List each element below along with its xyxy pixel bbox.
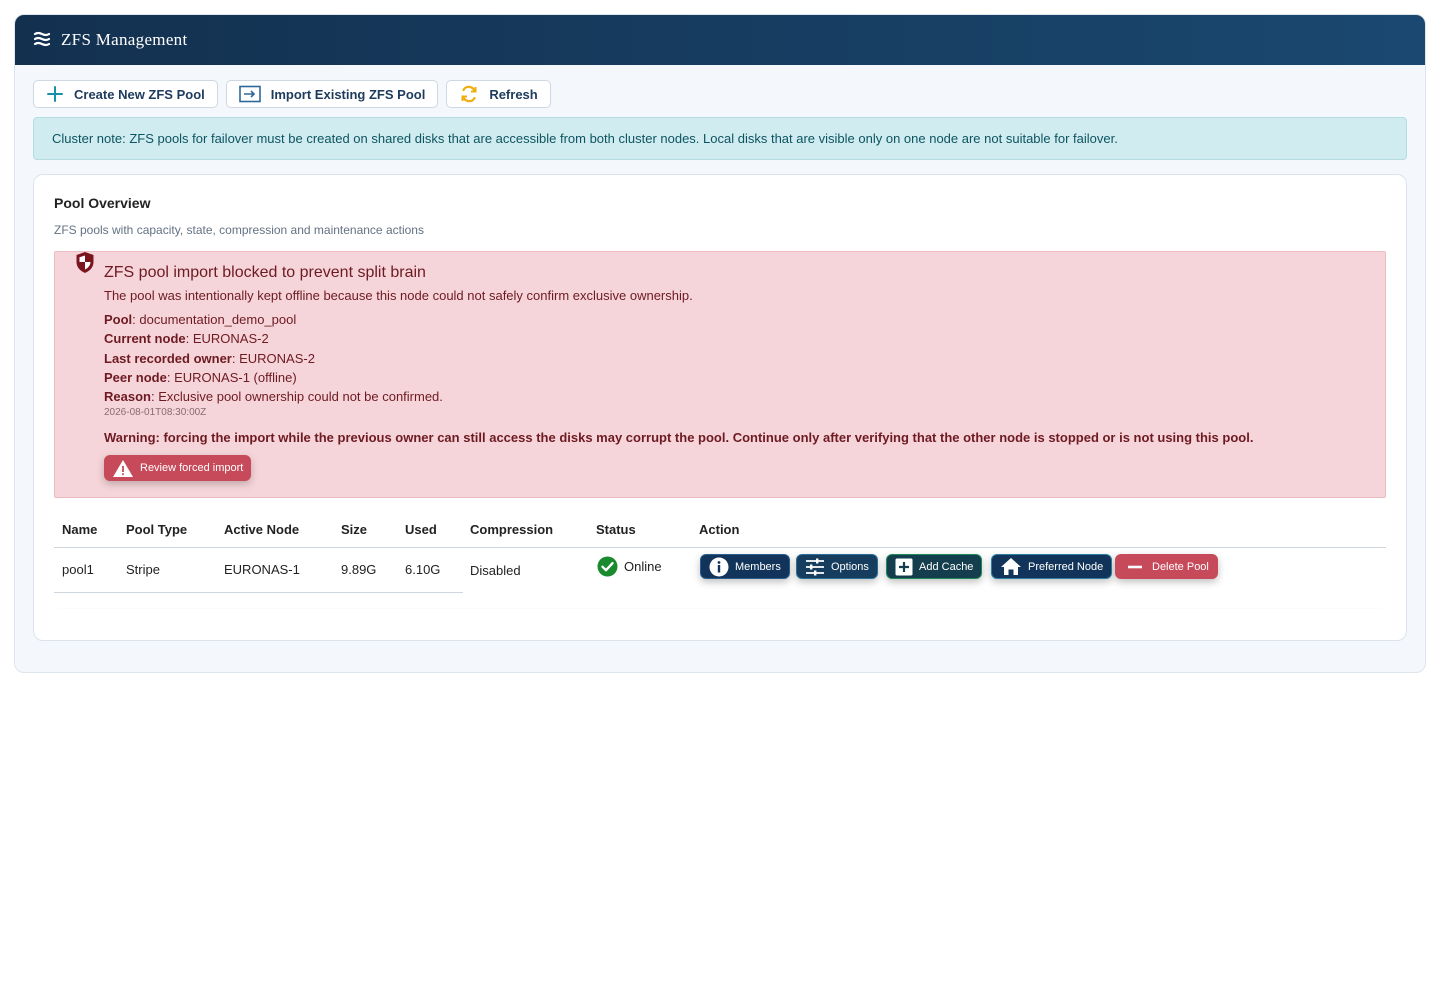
minus-icon bbox=[1128, 565, 1142, 568]
toolbar: Create New ZFS Pool Import Existing ZFS … bbox=[33, 80, 551, 108]
alert-heading: ZFS pool import blocked to prevent split… bbox=[104, 264, 426, 281]
table-header: Name Pool Type Active Node Size Used Com… bbox=[54, 512, 1386, 548]
card-subtitle: ZFS pools with capacity, state, compress… bbox=[54, 223, 424, 237]
fact-last-owner: Last recorded owner: EURONAS-2 bbox=[104, 350, 315, 366]
warning-triangle-icon bbox=[113, 459, 133, 477]
table-row: pool1 Stripe EURONAS-1 9.89G 6.10G Disab… bbox=[54, 548, 1386, 608]
import-icon bbox=[238, 85, 261, 103]
refresh-label: Refresh bbox=[489, 86, 538, 102]
alert-warning: Warning: forcing the import while the pr… bbox=[104, 430, 1254, 445]
sliders-icon bbox=[806, 558, 824, 575]
fact-reason: Reason: Exclusive pool ownership could n… bbox=[104, 389, 443, 405]
create-pool-button[interactable]: Create New ZFS Pool bbox=[33, 80, 218, 108]
plus-icon bbox=[47, 86, 63, 102]
row-divider bbox=[54, 592, 463, 593]
import-pool-label: Import Existing ZFS Pool bbox=[270, 86, 426, 102]
cell-compression: Disabled bbox=[470, 563, 521, 578]
zfs-layers-icon bbox=[33, 31, 51, 47]
card-title: Pool Overview bbox=[54, 195, 151, 211]
pool-overview-card: Pool Overview ZFS pools with capacity, s… bbox=[33, 174, 1407, 641]
cluster-note-text: Cluster note: ZFS pools for failover mus… bbox=[52, 131, 1118, 146]
info-icon bbox=[709, 557, 729, 576]
preferred-node-label: Preferred Node bbox=[1028, 560, 1104, 573]
home-icon bbox=[1001, 558, 1021, 575]
delete-pool-label: Delete Pool bbox=[1152, 560, 1209, 573]
cluster-note: Cluster note: ZFS pools for failover mus… bbox=[33, 117, 1407, 160]
pool-table: Name Pool Type Active Node Size Used Com… bbox=[54, 512, 1386, 609]
import-pool-button[interactable]: Import Existing ZFS Pool bbox=[225, 80, 439, 108]
col-pool-type: Pool Type bbox=[126, 522, 188, 537]
options-label: Options bbox=[831, 560, 869, 573]
alert-intro: The pool was intentionally kept offline … bbox=[104, 288, 693, 303]
col-active-node: Active Node bbox=[224, 522, 300, 537]
members-button[interactable]: Members bbox=[700, 554, 790, 579]
refresh-button[interactable]: Refresh bbox=[446, 80, 551, 108]
col-used: Used bbox=[405, 522, 437, 537]
fact-peer-node: Peer node: EURONAS-1 (offline) bbox=[104, 369, 297, 385]
alert-facts: Pool: documentation_demo_pool Current no… bbox=[104, 310, 443, 406]
members-label: Members bbox=[735, 560, 781, 573]
create-pool-label: Create New ZFS Pool bbox=[74, 86, 205, 102]
shield-icon bbox=[76, 252, 94, 273]
check-circle-icon bbox=[597, 556, 618, 577]
fact-pool: Pool: documentation_demo_pool bbox=[104, 312, 297, 327]
col-status: Status bbox=[596, 522, 636, 537]
col-compression: Compression bbox=[470, 522, 554, 537]
alert-timestamp: 2026-08-01T08:30:00Z bbox=[104, 407, 207, 418]
add-cache-label: Add Cache bbox=[919, 560, 974, 573]
preferred-node-button[interactable]: Preferred Node bbox=[991, 554, 1113, 579]
options-button[interactable]: Options bbox=[796, 554, 878, 579]
cell-name: pool1 bbox=[62, 562, 94, 577]
cell-size: 9.89G bbox=[341, 562, 377, 577]
title-bar: ZFS Management bbox=[15, 15, 1425, 65]
cell-pool-type: Stripe bbox=[126, 562, 160, 577]
col-name: Name bbox=[62, 522, 98, 537]
review-forced-import-button[interactable]: Review forced import bbox=[104, 455, 252, 481]
plus-square-icon bbox=[895, 558, 913, 575]
add-cache-button[interactable]: Add Cache bbox=[886, 554, 983, 579]
cell-status: Online bbox=[624, 559, 662, 574]
cell-used: 6.10G bbox=[405, 562, 441, 577]
review-forced-import-label: Review forced import bbox=[140, 462, 244, 474]
cell-active-node: EURONAS-1 bbox=[224, 562, 300, 577]
col-size: Size bbox=[341, 522, 368, 537]
delete-pool-button[interactable]: Delete Pool bbox=[1115, 554, 1218, 579]
split-brain-alert: ZFS pool import blocked to prevent split… bbox=[54, 251, 1386, 498]
fact-current-node: Current node: EURONAS-2 bbox=[104, 331, 269, 347]
col-action: Action bbox=[699, 522, 740, 537]
app-title: ZFS Management bbox=[61, 30, 188, 49]
refresh-icon bbox=[461, 85, 477, 103]
